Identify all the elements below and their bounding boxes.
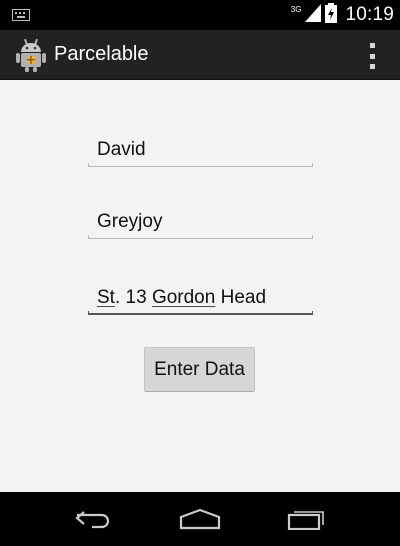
last-name-field[interactable]: Greyjoy [88,209,313,239]
clock: 10:19 [345,4,394,25]
network-type-label: 3G [290,4,302,14]
back-icon[interactable] [63,499,123,539]
android-app-icon[interactable] [14,38,48,72]
field-underline [88,235,313,239]
last-name-value: Greyjoy [97,211,163,232]
spell-flagged-word: St [97,287,115,308]
address-text-part: . 13 [114,287,152,308]
signal-icon [305,3,322,27]
app-title: Parcelable [54,43,149,65]
spell-flagged-word: Gordon [151,287,216,308]
recent-apps-icon[interactable] [277,499,337,539]
action-bar: Parcelable [0,30,400,80]
form-content: David Greyjoy St. 13 Gordon Head Enter D… [0,80,400,492]
field-underline [88,163,313,167]
address-value: St. 13 Gordon Head [97,287,266,309]
battery-icon [325,2,338,28]
field-underline [88,311,313,315]
address-text-part: Head [215,287,267,308]
first-name-field[interactable]: David [88,137,313,167]
enter-data-button[interactable]: Enter Data [144,347,255,392]
notification-icon [12,8,30,26]
navigation-bar [0,492,400,546]
address-field[interactable]: St. 13 Gordon Head [88,285,313,315]
status-bar: 3G 10:19 [0,0,400,30]
overflow-menu-icon[interactable] [366,43,378,69]
first-name-value: David [97,139,146,160]
home-icon[interactable] [170,499,230,539]
